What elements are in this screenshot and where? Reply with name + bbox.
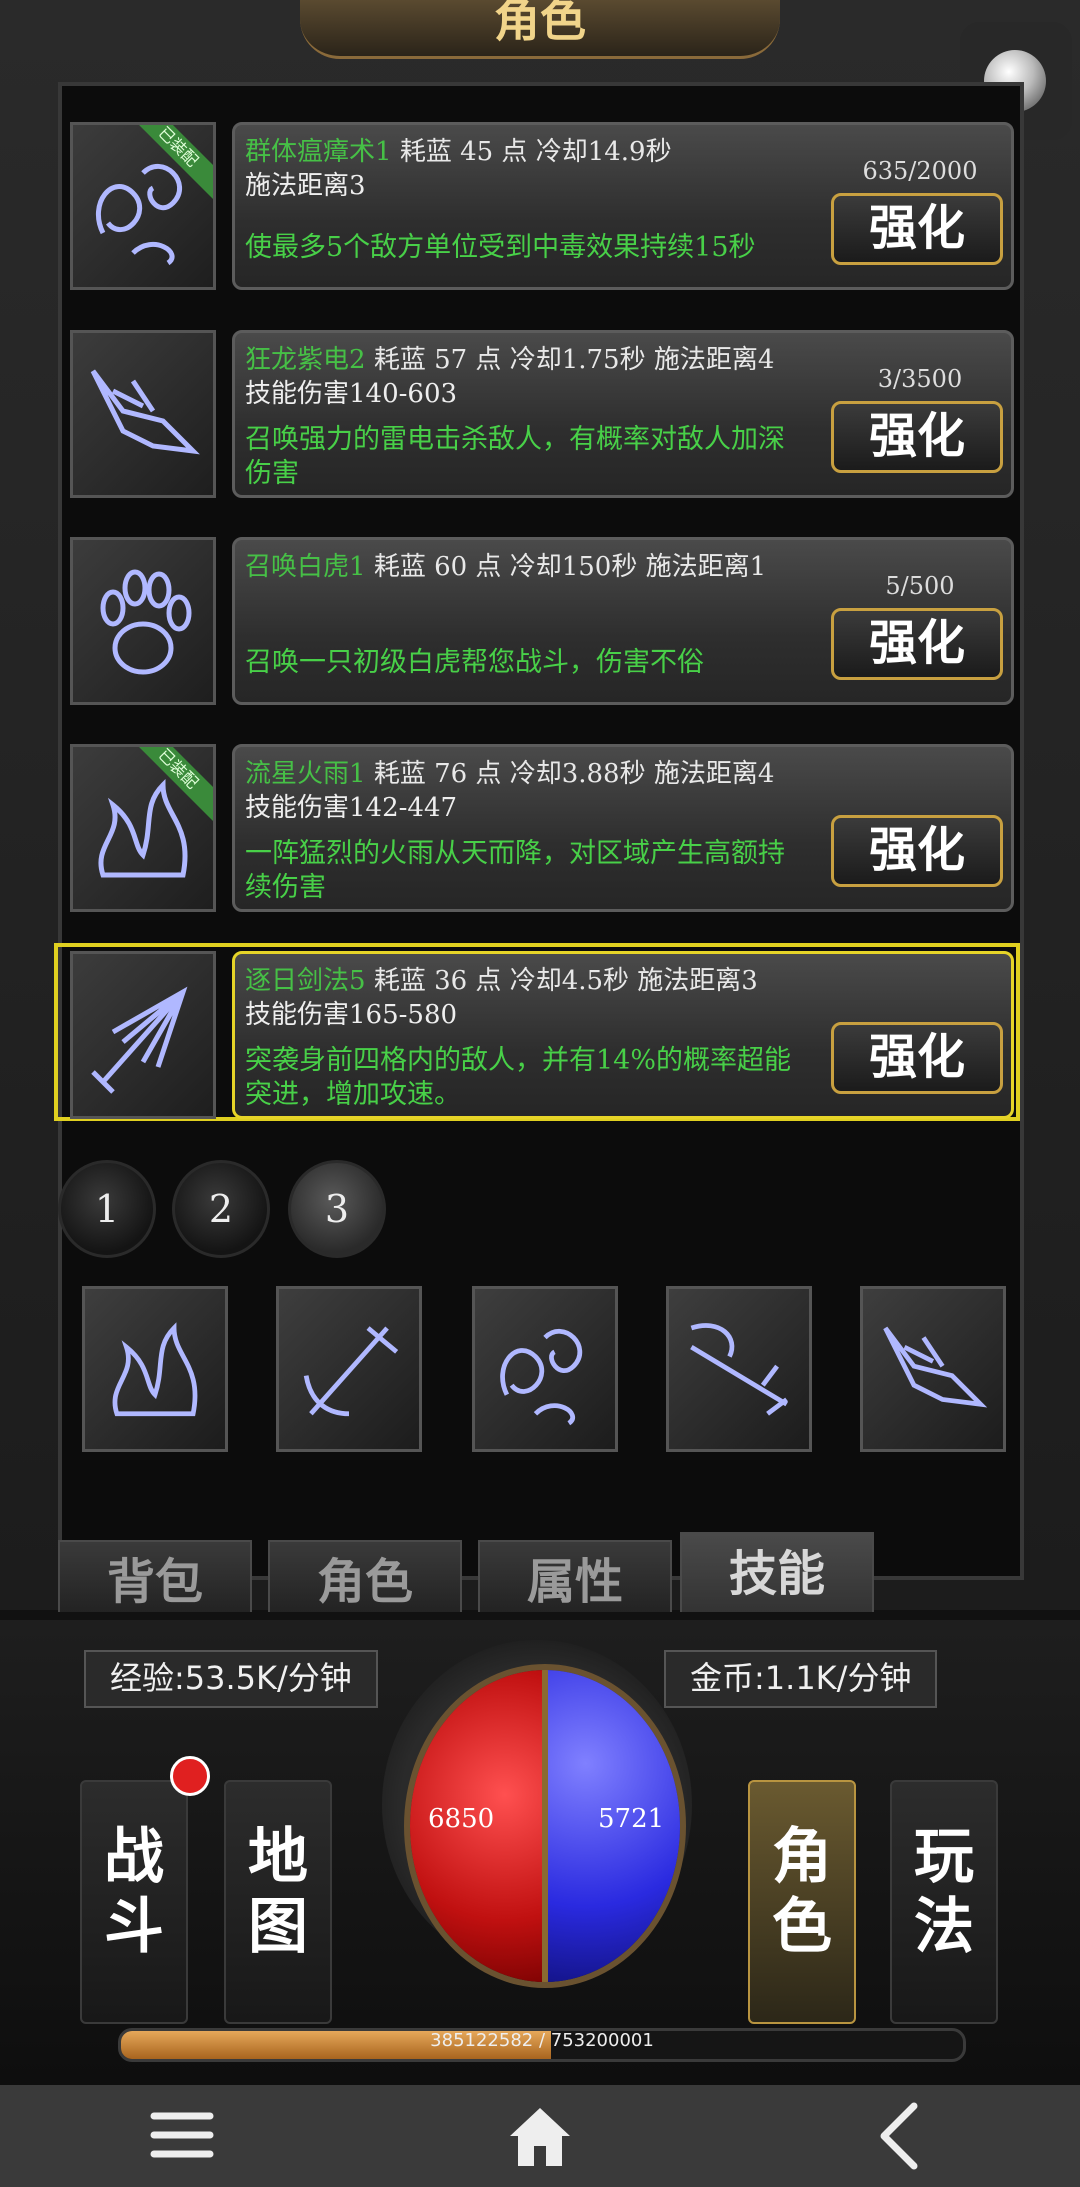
tab-skills[interactable]: 技能 <box>680 1532 874 1612</box>
skill-name: 召唤白虎1 <box>245 552 366 582</box>
skill-page-2-button[interactable]: 2 <box>172 1160 270 1258</box>
menu-icon[interactable] <box>148 2100 218 2170</box>
skill-damage: 技能伤害140-603 <box>245 379 458 409</box>
skill-slot-sword[interactable] <box>276 1286 422 1452</box>
skill-row[interactable]: 已装配 流星火雨1 耗蓝 76 点 冷却3.88秒 施法距离4 技能伤害142-… <box>68 744 1018 912</box>
gameplay-label-2: 法 <box>914 1892 974 1962</box>
skill-info-panel: 召唤白虎1 耗蓝 60 点 冷却150秒 施法距离1 召唤一只初级白虎帮您战斗，… <box>232 537 1014 705</box>
skill-info-panel: 狂龙紫电2 耗蓝 57 点 冷却1.75秒 施法距离4 技能伤害140-603 … <box>232 330 1014 498</box>
tab-bag[interactable]: 背包 <box>58 1540 252 1612</box>
skill-name: 群体瘟瘴术1 <box>245 137 392 167</box>
exp-rate: 经验:53.5K/分钟 <box>84 1650 378 1708</box>
home-icon[interactable] <box>504 2100 576 2172</box>
skill-description: 召唤一只初级白虎帮您战斗，伤害不俗 <box>245 647 704 678</box>
skill-name: 狂龙紫电2 <box>245 345 366 375</box>
skill-progress: 5/500 <box>885 572 955 600</box>
skill-cost-cooldown: 耗蓝 76 点 冷却3.88秒 施法距离4 <box>373 759 775 789</box>
role-label-2: 色 <box>772 1892 832 1962</box>
skill-cost-cooldown: 耗蓝 45 点 冷却14.9秒 <box>399 137 672 167</box>
skill-slot-poison-cloud[interactable] <box>472 1286 618 1452</box>
skill-range: 施法距离3 <box>245 171 366 201</box>
upgrade-button[interactable]: 强化 <box>831 193 1003 265</box>
sword-strike-icon <box>690 1323 789 1416</box>
skill-cost-cooldown: 耗蓝 57 点 冷却1.75秒 施法距离4 <box>373 345 775 375</box>
skill-description: 使最多5个敌方单位受到中毒效果持续15秒 <box>245 232 756 263</box>
fire-rain-skill-icon[interactable]: 已装配 <box>70 744 216 912</box>
skill-row[interactable]: 狂龙紫电2 耗蓝 57 点 冷却1.75秒 施法距离4 技能伤害140-603 … <box>68 330 1018 498</box>
page-title: 角色 <box>494 0 586 47</box>
dragon-icon <box>883 1326 988 1408</box>
skill-row[interactable]: 召唤白虎1 耗蓝 60 点 冷却150秒 施法距离1 召唤一只初级白虎帮您战斗，… <box>68 537 1018 705</box>
role-button[interactable]: 角 色 <box>748 1780 856 2024</box>
poison-cloud-skill-icon[interactable]: 已装配 <box>70 122 216 290</box>
fire-rain-icon <box>112 1322 198 1417</box>
skill-page-3-button[interactable]: 3 <box>288 1160 386 1258</box>
skill-info-panel: 群体瘟瘴术1 耗蓝 45 点 冷却14.9秒 施法距离3 使最多5个敌方单位受到… <box>232 122 1014 290</box>
skill-slot-dragon[interactable] <box>860 1286 1006 1452</box>
map-label-1: 地 <box>248 1822 308 1892</box>
hp-value: 6850 <box>428 1804 495 1834</box>
role-label-1: 角 <box>772 1822 832 1892</box>
experience-text: 385122582 / 753200001 <box>430 2030 654 2051</box>
skill-name: 流星火雨1 <box>245 759 366 789</box>
tab-role[interactable]: 角色 <box>268 1540 462 1612</box>
sword-icon <box>303 1326 399 1417</box>
skill-description: 召唤强力的雷电击杀敌人，有概率对敌人加深伤害 <box>245 424 785 489</box>
skill-cost-cooldown: 耗蓝 36 点 冷却4.5秒 施法距离3 <box>373 966 758 996</box>
skill-damage: 技能伤害142-447 <box>245 793 458 823</box>
title-plate: 角色 <box>300 0 780 59</box>
poison-cloud-icon <box>500 1329 583 1426</box>
gameplay-button[interactable]: 玩 法 <box>890 1780 998 2024</box>
skill-name: 逐日剑法5 <box>245 966 366 996</box>
battle-label-1: 战 <box>104 1822 164 1892</box>
skill-cost-cooldown: 耗蓝 60 点 冷却150秒 施法距离1 <box>373 552 767 582</box>
map-label-2: 图 <box>248 1892 308 1962</box>
skill-page-1-button[interactable]: 1 <box>58 1160 156 1258</box>
tab-attributes[interactable]: 属性 <box>478 1540 672 1612</box>
orb-divider <box>542 1670 548 1982</box>
battle-label-2: 斗 <box>104 1892 164 1962</box>
skill-description: 一阵猛烈的火雨从天而降，对区域产生高额持续伤害 <box>245 838 785 903</box>
gameplay-label-1: 玩 <box>914 1822 974 1892</box>
gold-rate: 金币:1.1K/分钟 <box>664 1650 938 1708</box>
skill-info-panel: 逐日剑法5 耗蓝 36 点 冷却4.5秒 施法距离3 技能伤害165-580 突… <box>232 951 1014 1119</box>
skill-row-selected[interactable]: 逐日剑法5 耗蓝 36 点 冷却4.5秒 施法距离3 技能伤害165-580 突… <box>68 951 1018 1119</box>
skill-row[interactable]: 已装配 群体瘟瘴术1 耗蓝 45 点 冷却14.9秒 施法距离3 使最多5个敌方… <box>68 122 1018 290</box>
skill-progress: 3/3500 <box>877 365 963 393</box>
map-button[interactable]: 地 图 <box>224 1780 332 2024</box>
upgrade-button[interactable]: 强化 <box>831 815 1003 887</box>
upgrade-button[interactable]: 强化 <box>831 401 1003 473</box>
skill-progress: 635/2000 <box>862 157 978 185</box>
back-icon[interactable] <box>870 2100 930 2172</box>
battle-button[interactable]: 战 斗 <box>80 1780 188 2024</box>
dragon-skill-icon[interactable] <box>70 330 216 498</box>
sword-skill-icon[interactable] <box>70 951 216 1119</box>
skill-info-panel: 流星火雨1 耗蓝 76 点 冷却3.88秒 施法距离4 技能伤害142-447 … <box>232 744 1014 912</box>
skill-slot-fire-rain[interactable] <box>82 1286 228 1452</box>
upgrade-button[interactable]: 强化 <box>831 1022 1003 1094</box>
tiger-paw-skill-icon[interactable] <box>70 537 216 705</box>
upgrade-button[interactable]: 强化 <box>831 608 1003 680</box>
mp-value: 5721 <box>598 1804 665 1834</box>
notification-badge <box>170 1756 210 1796</box>
skill-slot-sword-strike[interactable] <box>666 1286 812 1452</box>
skill-damage: 技能伤害165-580 <box>245 1000 458 1030</box>
skill-description: 突袭身前四格内的敌人，并有14%的概率超能突进，增加攻速。 <box>245 1045 792 1110</box>
